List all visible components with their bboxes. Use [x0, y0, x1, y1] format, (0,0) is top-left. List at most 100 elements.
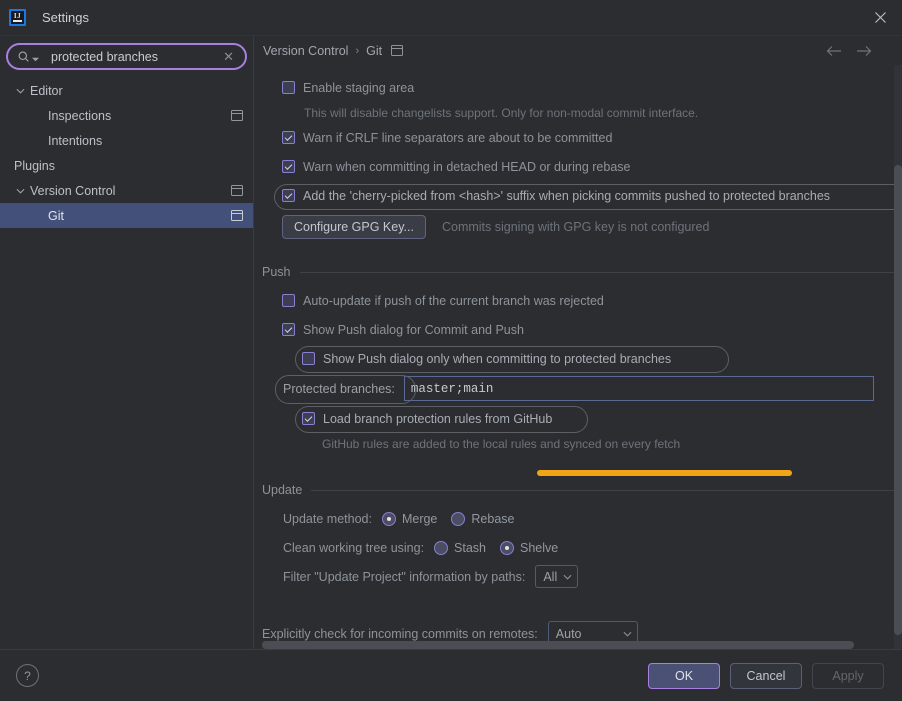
radio-dot	[434, 541, 448, 555]
sidebar-item-label: Git	[48, 209, 231, 223]
clean-working-tree-label: Clean working tree using:	[283, 541, 424, 555]
radio-label: Stash	[454, 541, 486, 555]
staging-area-note: This will disable changelists support. O…	[254, 102, 902, 123]
checkbox-box	[282, 323, 295, 336]
checkbox-enable-staging-area[interactable]: Enable staging area	[254, 73, 902, 102]
checkbox-show-push-dialog-protected[interactable]: Show Push dialog only when committing to…	[254, 344, 902, 373]
filter-paths-row: Filter "Update Project" information by p…	[254, 562, 902, 591]
title-bar: IJ Settings	[0, 0, 902, 36]
filter-paths-label: Filter "Update Project" information by p…	[283, 570, 525, 584]
chevron-down-icon[interactable]	[14, 188, 27, 194]
sidebar-item-label: Version Control	[30, 184, 231, 198]
section-divider	[311, 490, 902, 491]
breadcrumb-separator: ›	[355, 45, 359, 57]
radio-dot	[451, 512, 465, 526]
clean-working-tree-row: Clean working tree using: Stash Shelve	[254, 533, 902, 562]
checkbox-load-branch-protection-github[interactable]: Load branch protection rules from GitHub	[254, 404, 902, 433]
settings-content-scroll: Enable staging area This will disable ch…	[254, 65, 902, 649]
window-title: Settings	[42, 10, 89, 25]
radio-update-method-rebase[interactable]: Rebase	[451, 512, 514, 526]
radio-dot	[382, 512, 396, 526]
checkbox-box	[282, 131, 295, 144]
checkbox-label: Auto-update if push of the current branc…	[303, 294, 604, 308]
search-icon	[17, 50, 39, 64]
chevron-down-icon	[623, 631, 632, 637]
filter-paths-dropdown[interactable]: All	[535, 565, 578, 588]
settings-main-panel: Version Control › Git	[254, 36, 902, 649]
update-method-label: Update method:	[283, 512, 372, 526]
cancel-button[interactable]: Cancel	[730, 663, 802, 689]
help-button[interactable]: ?	[16, 664, 39, 687]
sidebar-item-version-control[interactable]: Version Control	[0, 178, 253, 203]
section-title: Update	[262, 483, 302, 497]
sidebar-item-intentions[interactable]: Intentions	[0, 128, 253, 153]
breadcrumb-current: Git	[366, 44, 382, 58]
sidebar-item-label: Plugins	[14, 159, 243, 173]
close-icon[interactable]	[858, 0, 902, 35]
vertical-scrollbar-thumb[interactable]	[894, 165, 902, 635]
checkbox-label: Warn if CRLF line separators are about t…	[303, 131, 612, 145]
checkbox-cherry-picked-suffix[interactable]: Add the 'cherry-picked from <hash>' suff…	[254, 181, 902, 210]
sidebar-item-label: Intentions	[48, 134, 243, 148]
radio-clean-shelve[interactable]: Shelve	[500, 541, 558, 555]
protected-branches-input[interactable]	[404, 376, 874, 401]
project-settings-icon	[391, 45, 403, 56]
checkbox-label: Show Push dialog only when committing to…	[323, 352, 671, 366]
project-settings-icon	[231, 110, 243, 121]
protected-branches-highlight-underline	[537, 470, 792, 476]
clear-icon[interactable]: ✕	[220, 50, 237, 63]
chevron-down-icon	[563, 574, 572, 580]
gpg-note: Commits signing with GPG key is not conf…	[442, 220, 709, 234]
radio-update-method-merge[interactable]: Merge	[382, 512, 437, 526]
settings-content: Enable staging area This will disable ch…	[254, 65, 902, 648]
search-input[interactable]	[41, 50, 220, 64]
arrow-left-icon[interactable]	[826, 45, 842, 57]
settings-tree: Editor Inspections Intentions Plugins Versio…	[0, 76, 253, 649]
radio-label: Shelve	[520, 541, 558, 555]
arrow-right-icon[interactable]	[856, 45, 872, 57]
checkbox-auto-update-push[interactable]: Auto-update if push of the current branc…	[254, 286, 902, 315]
radio-dot	[500, 541, 514, 555]
nav-arrows	[826, 45, 890, 57]
checkbox-label: Load branch protection rules from GitHub	[323, 412, 552, 426]
sidebar-item-inspections[interactable]: Inspections	[0, 103, 253, 128]
breadcrumb-parent[interactable]: Version Control	[263, 44, 348, 58]
gpg-row: Configure GPG Key... Commits signing wit…	[254, 210, 902, 244]
checkbox-show-push-dialog[interactable]: Show Push dialog for Commit and Push	[254, 315, 902, 344]
github-rules-note: GitHub rules are added to the local rule…	[254, 433, 902, 454]
filter-paths-value: All	[543, 570, 557, 584]
footer-actions: OK Cancel Apply	[648, 663, 884, 689]
incoming-commits-value: Auto	[556, 627, 582, 641]
dialog-body: ✕ Editor Inspections Intentions Plugins Vers…	[0, 36, 902, 649]
sidebar-item-plugins[interactable]: Plugins	[0, 153, 253, 178]
ok-button[interactable]: OK	[648, 663, 720, 689]
checkbox-box	[302, 412, 315, 425]
sidebar-item-label: Inspections	[48, 109, 231, 123]
dialog-footer: ? OK Cancel Apply	[0, 649, 902, 701]
checkbox-box	[282, 294, 295, 307]
horizontal-scrollbar-thumb[interactable]	[262, 641, 854, 649]
protected-branches-row: Protected branches:	[254, 373, 902, 404]
settings-dialog: IJ Settings	[0, 0, 902, 701]
protected-branches-label: Protected branches:	[283, 382, 395, 396]
chevron-down-icon[interactable]	[14, 88, 27, 94]
sidebar-item-git[interactable]: Git	[0, 203, 253, 228]
breadcrumb: Version Control › Git	[254, 36, 902, 65]
search-box[interactable]: ✕	[6, 43, 247, 70]
apply-button[interactable]: Apply	[812, 663, 884, 689]
checkbox-box	[282, 81, 295, 94]
sidebar-item-editor[interactable]: Editor	[0, 78, 253, 103]
settings-sidebar: ✕ Editor Inspections Intentions Plugins Vers…	[0, 36, 254, 649]
section-divider	[300, 272, 902, 273]
checkbox-warn-crlf[interactable]: Warn if CRLF line separators are about t…	[254, 123, 902, 152]
project-settings-icon	[231, 185, 243, 196]
update-method-row: Update method: Merge Rebase	[254, 504, 902, 533]
radio-clean-stash[interactable]: Stash	[434, 541, 486, 555]
push-section-header: Push	[254, 262, 902, 282]
project-settings-icon	[231, 210, 243, 221]
intellij-idea-icon: IJ	[9, 9, 26, 26]
checkbox-label: Warn when committing in detached HEAD or…	[303, 160, 630, 174]
checkbox-warn-detached-head[interactable]: Warn when committing in detached HEAD or…	[254, 152, 902, 181]
configure-gpg-key-button[interactable]: Configure GPG Key...	[282, 215, 426, 239]
checkbox-label: Show Push dialog for Commit and Push	[303, 323, 524, 337]
